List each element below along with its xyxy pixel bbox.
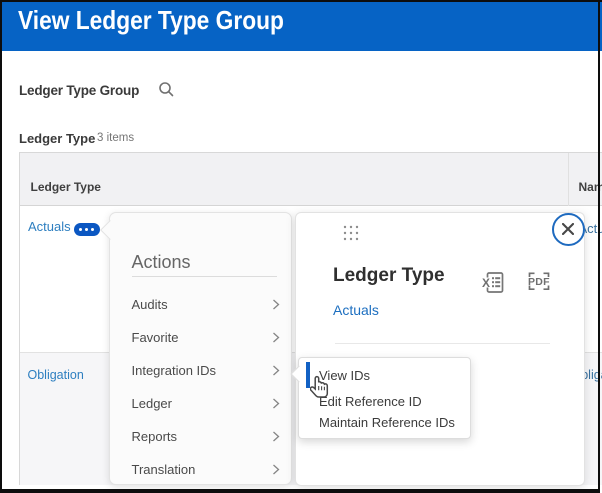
- svg-text:PDF: PDF: [528, 276, 550, 288]
- svg-text:X: X: [482, 276, 490, 290]
